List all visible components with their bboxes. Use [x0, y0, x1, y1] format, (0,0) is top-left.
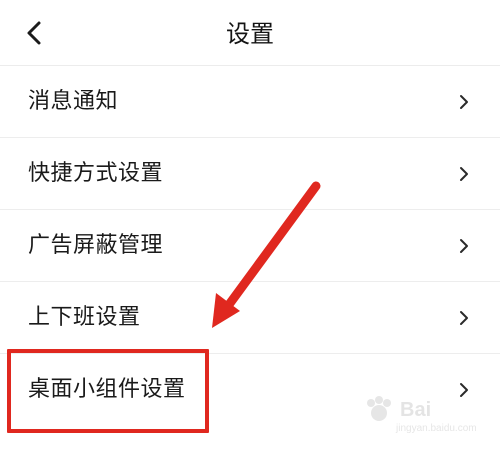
- settings-item-label: 广告屏蔽管理: [28, 233, 164, 258]
- highlight-box: [7, 349, 209, 433]
- settings-item-message-notification[interactable]: 消息通知: [0, 66, 500, 138]
- settings-item-label: 快捷方式设置: [28, 161, 164, 186]
- page-title: 设置: [226, 20, 274, 48]
- settings-item-shortcut-settings[interactable]: 快捷方式设置: [0, 138, 500, 210]
- watermark: Bai jingyan.baidu.com: [362, 393, 482, 441]
- settings-item-commute-settings[interactable]: 上下班设置: [0, 282, 500, 354]
- watermark-brand: Bai: [400, 399, 432, 421]
- settings-screen: 设置 消息通知 快捷方式设置 广告屏蔽管理 上下班设置 桌面小组件设置 Bai …: [0, 0, 500, 459]
- chevron-right-icon: [460, 167, 468, 181]
- watermark-domain: jingyan.baidu.com: [396, 423, 477, 434]
- paw-icon: [367, 396, 391, 421]
- settings-item-label: 消息通知: [28, 89, 119, 114]
- navigation-bar: 设置: [0, 0, 500, 66]
- chevron-right-icon: [460, 95, 468, 109]
- chevron-right-icon: [460, 239, 468, 253]
- chevron-right-icon: [460, 311, 468, 325]
- settings-item-ad-block-management[interactable]: 广告屏蔽管理: [0, 210, 500, 282]
- settings-item-label: 上下班设置: [28, 305, 141, 330]
